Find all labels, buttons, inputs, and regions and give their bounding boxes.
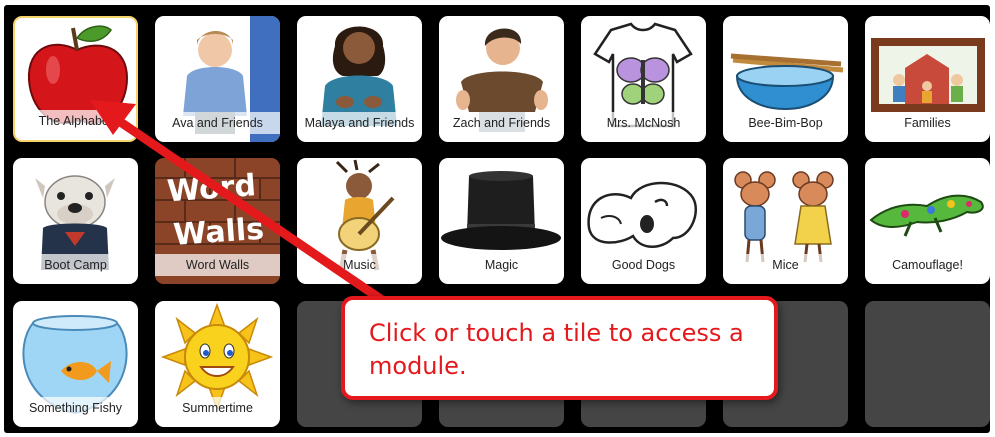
tile-label: Families bbox=[865, 112, 990, 134]
word-wall-line-2: Walls bbox=[172, 212, 265, 253]
tile-ava-and-friends[interactable]: Ava and Friends bbox=[155, 16, 280, 142]
tile-label: Ava and Friends bbox=[155, 112, 280, 134]
tile-malaya-and-friends[interactable]: Malaya and Friends bbox=[297, 16, 422, 142]
tile-label: Camouflage! bbox=[865, 254, 990, 276]
tile-label: Music bbox=[297, 254, 422, 276]
tile-camouflage[interactable]: Camouflage! bbox=[865, 158, 990, 284]
tile-label: Summertime bbox=[155, 397, 280, 419]
callout-text: Click or touch a tile to access a module… bbox=[369, 319, 744, 380]
tile-mrs-mcnosh[interactable]: Mrs. McNosh bbox=[581, 16, 706, 142]
tile-label: The Alphabet bbox=[15, 110, 136, 132]
tile-label: Good Dogs bbox=[581, 254, 706, 276]
tile-label: Mice bbox=[723, 254, 848, 276]
tile-label: Something Fishy bbox=[13, 397, 138, 419]
tile-label: Magic bbox=[439, 254, 564, 276]
tile-word-walls[interactable]: Word Walls Word Walls bbox=[155, 158, 280, 284]
tile-boot-camp[interactable]: Boot Camp bbox=[13, 158, 138, 284]
tile-label: Malaya and Friends bbox=[297, 112, 422, 134]
tile-good-dogs[interactable]: Good Dogs bbox=[581, 158, 706, 284]
tile-families[interactable]: Families bbox=[865, 16, 990, 142]
tile-label: Zach and Friends bbox=[439, 112, 564, 134]
tile-label: Mrs. McNosh bbox=[581, 112, 706, 134]
tile-label: Bee-Bim-Bop bbox=[723, 112, 848, 134]
word-wall-line-1: Word bbox=[166, 168, 257, 209]
empty-tile-slot bbox=[865, 301, 990, 427]
instruction-callout: Click or touch a tile to access a module… bbox=[341, 296, 778, 400]
tile-mice[interactable]: Mice bbox=[723, 158, 848, 284]
tile-something-fishy[interactable]: Something Fishy bbox=[13, 301, 138, 427]
tile-music[interactable]: Music bbox=[297, 158, 422, 284]
tile-zach-and-friends[interactable]: Zach and Friends bbox=[439, 16, 564, 142]
tile-summertime[interactable]: Summertime bbox=[155, 301, 280, 427]
tile-bee-bim-bop[interactable]: Bee-Bim-Bop bbox=[723, 16, 848, 142]
tile-the-alphabet[interactable]: The Alphabet bbox=[13, 16, 138, 142]
tile-label: Boot Camp bbox=[13, 254, 138, 276]
tile-label: Word Walls bbox=[155, 254, 280, 276]
tile-magic[interactable]: Magic bbox=[439, 158, 564, 284]
